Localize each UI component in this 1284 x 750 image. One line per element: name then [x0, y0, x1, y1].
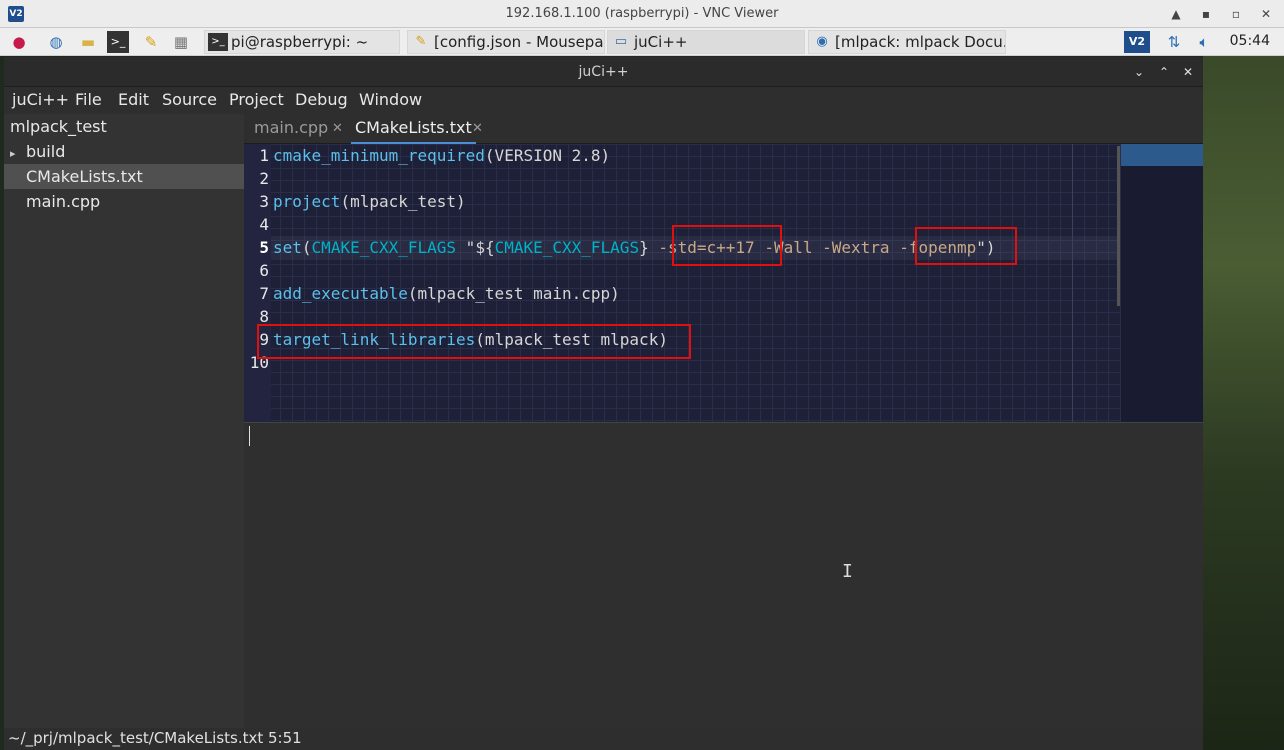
close-icon[interactable]: ✕ [1258, 5, 1274, 23]
cmake-command: cmake_minimum_required [273, 146, 485, 165]
menu-file[interactable]: File [75, 90, 102, 109]
code-punct [812, 238, 822, 257]
code-editor[interactable]: 1 2 3 4 5 6 7 8 9 10 cmake_minimum_requi… [244, 144, 1203, 422]
tree-item-label: build [26, 142, 66, 161]
cmake-variable: CMAKE_CXX_FLAGS [494, 238, 640, 257]
tab-bar: main.cpp ✕ CMakeLists.txt ✕ [244, 114, 1203, 144]
volume-icon[interactable]: 🔈︎ [1193, 31, 1215, 53]
tab-label: CMakeLists.txt [355, 118, 472, 137]
terminal-icon[interactable]: >_ [107, 31, 129, 53]
desktop-wallpaper [1203, 56, 1284, 750]
task-label: [config.json - Mousepa... [434, 33, 605, 51]
close-icon[interactable]: ✕ [1180, 63, 1196, 81]
line-number: 1 [259, 146, 269, 165]
tab-close-icon[interactable]: ✕ [472, 121, 483, 136]
line-number: 4 [259, 215, 269, 234]
menu-debug[interactable]: Debug [295, 90, 348, 109]
annotation-box-std [672, 225, 782, 266]
tree-item-cmakelists[interactable]: CMakeLists.txt [4, 164, 244, 189]
annotation-box-fopenmp [915, 227, 1017, 265]
menu-window[interactable]: Window [359, 90, 422, 109]
expander-icon[interactable]: ▸ [10, 141, 26, 166]
app-title-bar: juCi++ ⌄ ⌃ ✕ [4, 57, 1203, 87]
cmake-command: set [273, 238, 302, 257]
status-bar: ~/_prj/mlpack_test/CMakeLists.txt 5:51 [4, 728, 1203, 750]
cmake-command: add_executable [273, 284, 408, 303]
file-manager-icon[interactable]: ▬ [77, 31, 99, 53]
cmake-args: (mlpack_test) [340, 192, 466, 211]
minimize-icon[interactable]: ▪ [1198, 5, 1214, 23]
menu-project[interactable]: Project [229, 90, 284, 109]
text-caret [249, 426, 250, 446]
code-punct: ( [301, 238, 312, 257]
line-number-current: 5 [259, 238, 269, 257]
network-icon[interactable]: ⇅ [1163, 31, 1185, 53]
task-terminal[interactable]: >_ pi@raspberrypi: ~ [204, 30, 400, 54]
text-editor-icon[interactable]: ✎ [140, 31, 162, 53]
window-icon: ▭ [614, 34, 628, 49]
vnc-window-title: 192.168.1.100 (raspberrypi) - VNC Viewer [505, 6, 779, 21]
line-number: 6 [259, 261, 269, 280]
terminal-icon: >_ [208, 33, 228, 51]
tree-root[interactable]: mlpack_test [4, 114, 244, 139]
code-line-3: project(mlpack_test) [273, 192, 466, 211]
pin-icon[interactable]: ▲ [1168, 5, 1184, 23]
taskbar: ● ◍ ▬ >_ ✎ ▦ >_ pi@raspberrypi: ~ ✎ [con… [0, 28, 1284, 56]
line-number: 2 [259, 169, 269, 188]
cmake-variable: CMAKE_CXX_FLAGS [311, 238, 457, 257]
text-editor-icon: ✎ [415, 34, 427, 49]
task-label: pi@raspberrypi: ~ [231, 33, 369, 51]
minimap-viewport[interactable] [1121, 144, 1203, 166]
menu-edit[interactable]: Edit [118, 90, 149, 109]
editor-scrollbar[interactable] [1117, 146, 1120, 306]
code-line-5: set(CMAKE_CXX_FLAGS "${CMAKE_CXX_FLAGS} … [273, 238, 996, 257]
task-label: [mlpack: mlpack Docu... [835, 33, 1006, 51]
task-jucipp[interactable]: ▭ juCi++ [607, 30, 805, 54]
menu-jucipp[interactable]: juCi++ [12, 90, 69, 109]
terminal-panel[interactable]: I [244, 422, 1203, 728]
vnc-tray-icon[interactable]: V2 [1124, 31, 1150, 53]
flag-wextra: -Wextra [822, 238, 890, 257]
status-path: ~/_prj/mlpack_test/CMakeLists.txt 5:51 [8, 729, 302, 747]
cmake-args: (VERSION 2.8) [484, 146, 611, 165]
code-punct [890, 238, 900, 257]
screen: V2 192.168.1.100 (raspberrypi) - VNC Vie… [0, 0, 1284, 750]
tab-close-icon[interactable]: ✕ [332, 121, 343, 136]
tree-item-main-cpp[interactable]: main.cpp [4, 189, 244, 214]
web-browser-icon[interactable]: ◍ [45, 31, 67, 53]
code-line-1: cmake_minimum_required(VERSION 2.8) [273, 146, 610, 165]
minimize-icon[interactable]: ⌄ [1131, 63, 1147, 81]
tab-main-cpp[interactable]: main.cpp [254, 114, 328, 144]
maximize-icon[interactable]: ⌃ [1156, 63, 1172, 81]
line-number-gutter: 1 2 3 4 5 6 7 8 9 10 [244, 144, 271, 422]
jucipp-window: juCi++ ⌄ ⌃ ✕ juCi++ File Edit Source Pro… [4, 57, 1203, 750]
vnc-title-bar: V2 192.168.1.100 (raspberrypi) - VNC Vie… [0, 0, 1284, 28]
code-punct: } [639, 238, 659, 257]
file-tree: mlpack_test ▸ build CMakeLists.txt main.c… [4, 114, 244, 728]
code-punct: "${ [456, 238, 495, 257]
ibeam-cursor-icon: I [842, 561, 853, 582]
web-browser-icon: ◉ [816, 34, 828, 49]
line-number: 7 [259, 284, 269, 303]
minimap[interactable] [1121, 144, 1203, 422]
right-margin-line [1072, 144, 1073, 422]
menu-source[interactable]: Source [162, 90, 217, 109]
annotation-box-link [257, 324, 691, 359]
tab-cmakelists[interactable]: CMakeLists.txt [351, 114, 476, 144]
code-line-7: add_executable(mlpack_test main.cpp) [273, 284, 620, 303]
clock[interactable]: 05:44 [1230, 33, 1270, 49]
task-browser[interactable]: ◉ [mlpack: mlpack Docu... [808, 30, 1006, 54]
app-window-title: juCi++ [578, 64, 629, 80]
task-mousepad[interactable]: ✎ [config.json - Mousepa... [407, 30, 605, 54]
raspberry-menu-icon[interactable]: ● [8, 31, 30, 53]
cmake-args: (mlpack_test main.cpp) [407, 284, 620, 303]
tree-item-build[interactable]: ▸ build [4, 139, 244, 164]
cmake-command: project [273, 192, 341, 211]
menu-bar: juCi++ File Edit Source Project Debug Wi… [4, 87, 1203, 114]
maximize-icon[interactable]: ▫ [1228, 5, 1244, 23]
line-number: 3 [259, 192, 269, 211]
archive-icon[interactable]: ▦ [170, 31, 192, 53]
task-label: juCi++ [634, 33, 688, 51]
